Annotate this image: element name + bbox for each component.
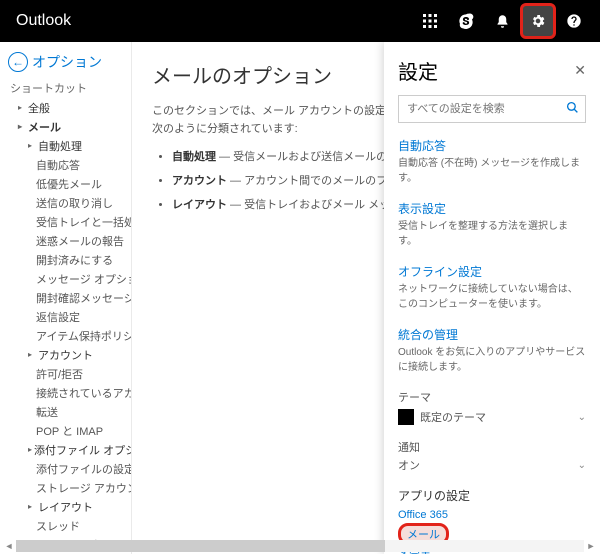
nav-item[interactable]: 接続されているアカウント xyxy=(0,383,131,402)
nav-item[interactable]: アイテム保持ポリシー xyxy=(0,326,131,345)
theme-selector[interactable]: 既定のテーマ ⌄ xyxy=(398,409,586,425)
back-label: オプション xyxy=(32,52,102,72)
nav-item[interactable]: 転送 xyxy=(0,402,131,421)
shortcut-label: ショートカット xyxy=(0,76,131,98)
notif-label: 通知 xyxy=(398,439,586,455)
caret-icon: ▸ xyxy=(18,103,26,112)
scroll-right-icon[interactable]: ► xyxy=(584,540,598,552)
settings-link[interactable]: オフライン設定 xyxy=(398,263,586,280)
nav-item[interactable]: ▸自動処理 xyxy=(0,136,131,155)
chevron-down-icon: ⌄ xyxy=(578,412,586,423)
theme-swatch xyxy=(398,409,414,425)
nav-item[interactable]: ストレージ アカウント xyxy=(0,478,131,497)
nav-item[interactable]: 低優先メール xyxy=(0,174,131,193)
notif-selector[interactable]: オン ⌄ xyxy=(398,457,586,473)
notif-value: オン xyxy=(398,457,420,473)
chevron-down-icon: ⌄ xyxy=(578,460,586,471)
nav-item[interactable]: ▸レイアウト xyxy=(0,497,131,516)
notifications-icon[interactable] xyxy=(484,3,520,39)
app-launcher-icon[interactable] xyxy=(412,3,448,39)
caret-icon: ▸ xyxy=(28,445,32,454)
nav-item[interactable]: 開封確認メッセージ xyxy=(0,288,131,307)
caret-icon: ▸ xyxy=(28,350,36,359)
panel-title: 設定 xyxy=(398,56,438,85)
nav-item[interactable]: 自動応答 xyxy=(0,155,131,174)
caret-icon: ▸ xyxy=(18,122,26,131)
scroll-thumb[interactable] xyxy=(16,540,385,552)
scroll-track[interactable] xyxy=(16,540,584,552)
options-nav: ← オプション ショートカット ▸全般▸メール▸自動処理自動応答低優先メール送信… xyxy=(0,42,132,554)
nav-item[interactable]: 受信トレイと一括処理ル… xyxy=(0,212,131,231)
header-icons xyxy=(412,3,600,39)
theme-value: 既定のテーマ xyxy=(420,409,486,425)
nav-item[interactable]: スレッド xyxy=(0,516,131,535)
nav-item[interactable]: 返信設定 xyxy=(0,307,131,326)
nav-item[interactable]: メッセージ オプション xyxy=(0,269,131,288)
settings-panel: 設定 ✕ 自動応答自動応答 (不在時) メッセージを作成します。表示設定受信トレ… xyxy=(384,42,600,554)
nav-item[interactable]: ▸全般 xyxy=(0,98,131,117)
back-arrow-icon: ← xyxy=(8,52,28,72)
close-icon[interactable]: ✕ xyxy=(574,62,586,79)
app-title: Outlook xyxy=(0,12,412,30)
nav-item[interactable]: ▸添付ファイル オプション xyxy=(0,440,131,459)
settings-search[interactable] xyxy=(398,95,586,123)
search-input[interactable] xyxy=(405,102,566,116)
settings-gear-icon[interactable] xyxy=(520,3,556,39)
settings-link[interactable]: 統合の管理 xyxy=(398,326,586,343)
nav-item[interactable]: ▸アカウント xyxy=(0,345,131,364)
app-link[interactable]: Office 365 xyxy=(398,508,586,522)
nav-item[interactable]: POP と IMAP xyxy=(0,421,131,440)
nav-item[interactable]: 迷惑メールの報告 xyxy=(0,231,131,250)
settings-desc: Outlook をお気に入りのアプリやサービスに接続します。 xyxy=(398,345,586,375)
search-icon[interactable] xyxy=(566,101,579,117)
nav-item[interactable]: 添付ファイルの設定 xyxy=(0,459,131,478)
caret-icon: ▸ xyxy=(28,502,36,511)
settings-desc: ネットワークに接続していない場合は、このコンピューターを使います。 xyxy=(398,282,586,312)
back-options[interactable]: ← オプション xyxy=(0,48,131,76)
settings-desc: 自動応答 (不在時) メッセージを作成します。 xyxy=(398,156,586,186)
scroll-left-icon[interactable]: ◄ xyxy=(2,540,16,552)
theme-label: テーマ xyxy=(398,389,586,405)
settings-desc: 受信トレイを整理する方法を選択します。 xyxy=(398,219,586,249)
nav-item[interactable]: ▸メール xyxy=(0,117,131,136)
settings-link[interactable]: 表示設定 xyxy=(398,200,586,217)
nav-item[interactable]: 送信の取り消し xyxy=(0,193,131,212)
nav-item[interactable]: 開封済みにする xyxy=(0,250,131,269)
caret-icon: ▸ xyxy=(28,141,36,150)
settings-link[interactable]: 自動応答 xyxy=(398,137,586,154)
help-icon[interactable] xyxy=(556,3,592,39)
skype-icon[interactable] xyxy=(448,3,484,39)
nav-item[interactable]: 許可/拒否 xyxy=(0,364,131,383)
horizontal-scrollbar[interactable]: ◄ ► xyxy=(2,540,598,552)
apps-label: アプリの設定 xyxy=(398,487,586,504)
